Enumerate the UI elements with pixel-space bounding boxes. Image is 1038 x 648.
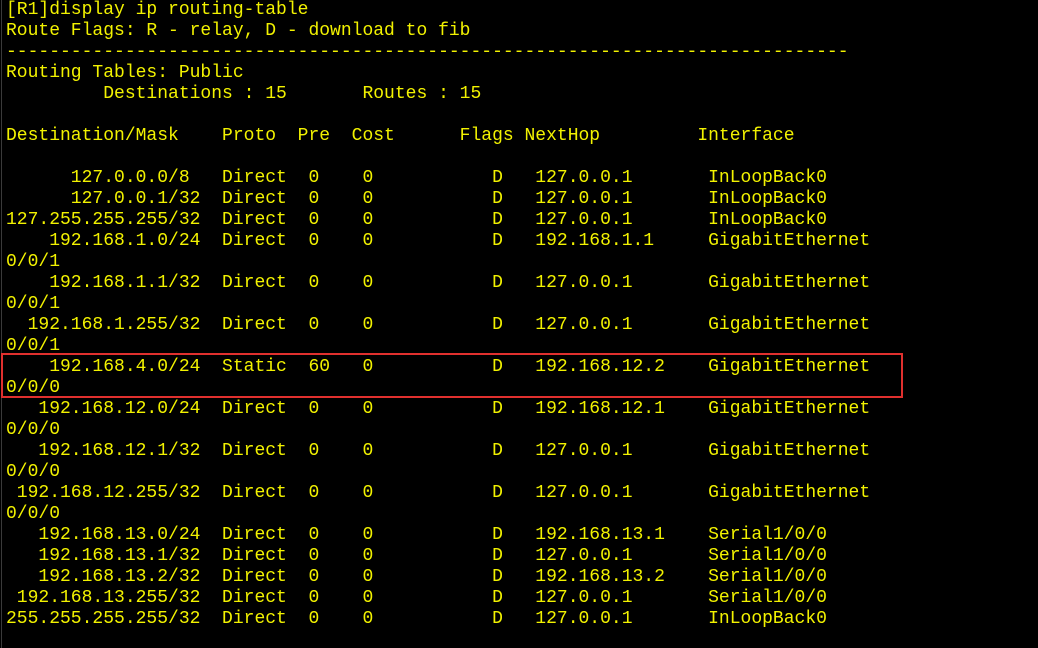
route-row: 192.168.1.0/24 Direct 0 0 D 192.168.1.1 … [6,231,871,251]
route-row-continuation: 0/0/0 [6,420,61,440]
destinations-summary: Destinations : 15 Routes : 15 [6,84,482,104]
route-row-continuation: 0/0/0 [6,462,61,482]
route-row: 192.168.1.255/32 Direct 0 0 D 127.0.0.1 … [6,315,871,335]
route-flags-legend: Route Flags: R - relay, D - download to … [6,21,471,41]
terminal-window[interactable]: [R1]display ip routing-table Route Flags… [0,0,1038,648]
route-row: 192.168.12.0/24 Direct 0 0 D 192.168.12.… [6,399,871,419]
route-row: 127.0.0.0/8 Direct 0 0 D 127.0.0.1 InLoo… [6,168,827,188]
route-row: 192.168.13.1/32 Direct 0 0 D 127.0.0.1 S… [6,546,827,566]
route-row: 127.0.0.1/32 Direct 0 0 D 127.0.0.1 InLo… [6,189,827,209]
table-header: Destination/Mask Proto Pre Cost Flags Ne… [6,126,795,146]
separator-line: ----------------------------------------… [6,42,849,62]
route-row-continuation: 0/0/1 [6,336,61,356]
route-row-static: 192.168.4.0/24 Static 60 0 D 192.168.12.… [6,357,871,377]
routing-tables-title: Routing Tables: Public [6,63,244,83]
route-row: 192.168.1.1/32 Direct 0 0 D 127.0.0.1 Gi… [6,273,871,293]
route-row-continuation: 0/0/0 [6,504,61,524]
route-row: 192.168.13.255/32 Direct 0 0 D 127.0.0.1… [6,588,827,608]
terminal-left-border [1,0,2,648]
route-row: 192.168.12.1/32 Direct 0 0 D 127.0.0.1 G… [6,441,871,461]
route-row-continuation: 0/0/1 [6,252,61,272]
route-row: 192.168.13.2/32 Direct 0 0 D 192.168.13.… [6,567,827,587]
route-row: 192.168.13.0/24 Direct 0 0 D 192.168.13.… [6,525,827,545]
route-row: 127.255.255.255/32 Direct 0 0 D 127.0.0.… [6,210,827,230]
command-line: [R1]display ip routing-table [6,0,309,20]
route-row: 255.255.255.255/32 Direct 0 0 D 127.0.0.… [6,609,827,629]
route-row-continuation: 0/0/1 [6,294,61,314]
route-row: 192.168.12.255/32 Direct 0 0 D 127.0.0.1… [6,483,871,503]
route-row-continuation: 0/0/0 [6,378,61,398]
